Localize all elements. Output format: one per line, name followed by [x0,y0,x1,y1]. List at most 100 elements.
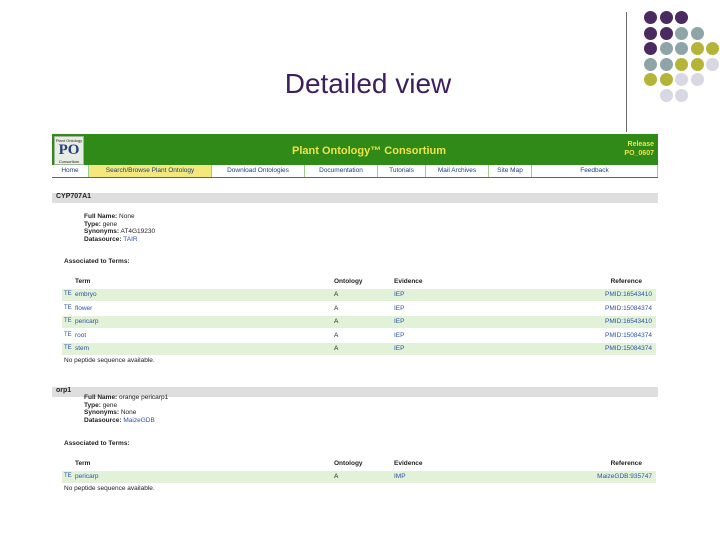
term-browser-icon[interactable]: TE [64,291,72,297]
detail-type-value: gene [102,401,118,409]
nav-item-site-map[interactable]: Site Map [489,165,532,177]
term-link[interactable]: flower [75,305,92,312]
detail-synonyms-value: AT4G19230 [120,228,156,235]
term-link[interactable]: root [75,332,86,339]
term-browser-icon[interactable]: TE [64,473,72,479]
term-link[interactable]: stem [75,345,89,352]
term-row: TE pericarp A IEP PMID:16543410 [62,316,656,328]
gene-details: Full Name: None Type: gene Synonyms: AT4G1… [84,213,155,243]
logo-mark: PO [58,142,80,158]
nav-item-feedback[interactable]: Feedback [532,165,658,177]
detail-full-name-value: None [119,213,135,220]
detail-datasource-value[interactable]: TAIR [123,236,137,243]
detail-full-name-label: Full Name: [84,394,118,401]
evidence-link[interactable]: IEP [394,291,404,298]
reference-link[interactable]: PMID:16543410 [605,291,652,298]
associated-terms-heading: Associated to Terms: [64,440,130,447]
detail-synonyms: Synonyms: AT4G19230 [84,228,155,236]
detail-type-label: Type: [84,220,101,228]
column-header-evidence: Evidence [394,460,423,467]
term-row: TE pericarp A IMP MaizeGDB:935747 [62,471,656,483]
decorative-dot [644,73,657,86]
decorative-dot-grid [640,10,720,122]
evidence-link[interactable]: IEP [394,318,404,325]
nav-item-download-ontologies[interactable]: Download Ontologies [212,165,305,177]
release-value: PO_0607 [624,150,654,157]
evidence-link[interactable]: IEP [394,305,404,312]
term-browser-icon[interactable]: TE [64,345,72,351]
detail-type-label: Type: [84,401,101,409]
column-header-reference: Reference [610,278,642,285]
terms-table-header: Term Ontology Evidence Reference [62,277,656,287]
logo-bottom-text: Consortium [58,159,80,164]
column-header-evidence: Evidence [394,278,423,285]
nav-item-home[interactable]: Home [52,165,89,177]
decorative-dot [659,57,673,71]
ontology-value: A [334,291,339,298]
ontology-value: A [334,304,339,312]
column-header-ontology: Ontology [334,460,363,467]
term-link[interactable]: embryo [75,291,97,298]
decorative-dot [675,42,688,55]
decorative-dot [644,26,657,40]
nav-item-documentation[interactable]: Documentation [305,165,378,177]
decorative-dot [644,57,657,71]
detail-synonyms-label: Synonyms: [84,228,120,235]
nav-item-tutorials[interactable]: Tutorials [378,165,426,177]
decorative-dot [675,26,688,40]
term-link[interactable]: pericarp [75,318,98,325]
divider-line [626,12,627,132]
detail-type: Type: gene [84,402,168,410]
decorative-dot [659,73,673,86]
site-banner: Plant Ontology PO Consortium Plant Ontol… [52,134,658,165]
detail-full-name: Full Name: None [84,213,155,221]
website-screenshot: Plant Ontology PO Consortium Plant Ontol… [52,134,658,500]
release-info: Release PO_0607 [624,140,654,158]
detail-full-name: Full Name: orange pericarp1 [84,394,168,402]
ontology-value: A [334,318,339,325]
detail-datasource: Datasource: MaizeGDB [84,417,168,425]
decorative-dot [659,11,673,24]
detail-full-name-label: Full Name: [84,213,118,220]
term-row: TE flower A IEP PMID:15084374 [62,303,656,315]
decorative-dot [659,42,673,55]
term-browser-icon[interactable]: TE [64,305,72,311]
decorative-dot [690,57,704,71]
term-browser-icon[interactable]: TE [64,318,72,324]
nav-divider [52,177,658,178]
reference-link[interactable]: MaizeGDB:935747 [597,473,652,480]
column-header-reference: Reference [610,460,642,467]
term-link[interactable]: pericarp [75,473,98,480]
detail-type-value: gene [102,220,118,228]
term-row: TE root A IEP PMID:15084374 [62,330,656,342]
reference-link[interactable]: PMID:15084374 [605,345,652,352]
detail-datasource: Datasource: TAIR [84,236,155,244]
reference-link[interactable]: PMID:16543410 [605,318,652,325]
po-logo[interactable]: Plant Ontology PO Consortium [54,136,84,165]
decorative-dot [644,42,657,55]
decorative-dot [675,57,688,71]
no-peptide-note: No peptide sequence available. [64,357,155,364]
reference-link[interactable]: PMID:15084374 [605,305,652,312]
nav-item-mail-archives[interactable]: Mail Archives [426,165,489,177]
reference-link[interactable]: PMID:15084374 [605,332,652,339]
slide-title: Detailed view [284,68,452,99]
term-row: TE stem A IEP PMID:15084374 [62,343,656,355]
detail-datasource-value[interactable]: MaizeGDB [123,417,154,424]
detail-full-name-value: orange pericarp1 [119,394,169,401]
decorative-dot [675,88,688,102]
detail-synonyms: Synonyms: None [84,409,168,417]
evidence-link[interactable]: IMP [394,473,406,480]
decorative-dot [690,26,704,40]
decorative-dot [690,73,704,86]
column-header-term: Term [75,460,91,467]
evidence-link[interactable]: IEP [394,345,404,352]
term-browser-icon[interactable]: TE [64,332,72,338]
ontology-value: A [334,473,339,480]
gene-details: Full Name: orange pericarp1 Type: gene Syn… [84,394,168,424]
site-title: Plant Ontology™ Consortium [292,145,446,157]
decorative-dot [690,42,704,55]
detail-synonyms-value: None [120,409,137,416]
evidence-link[interactable]: IEP [394,332,404,339]
nav-item-search-browse-plant-ontology[interactable]: Search/Browse Plant Ontology [89,165,212,177]
